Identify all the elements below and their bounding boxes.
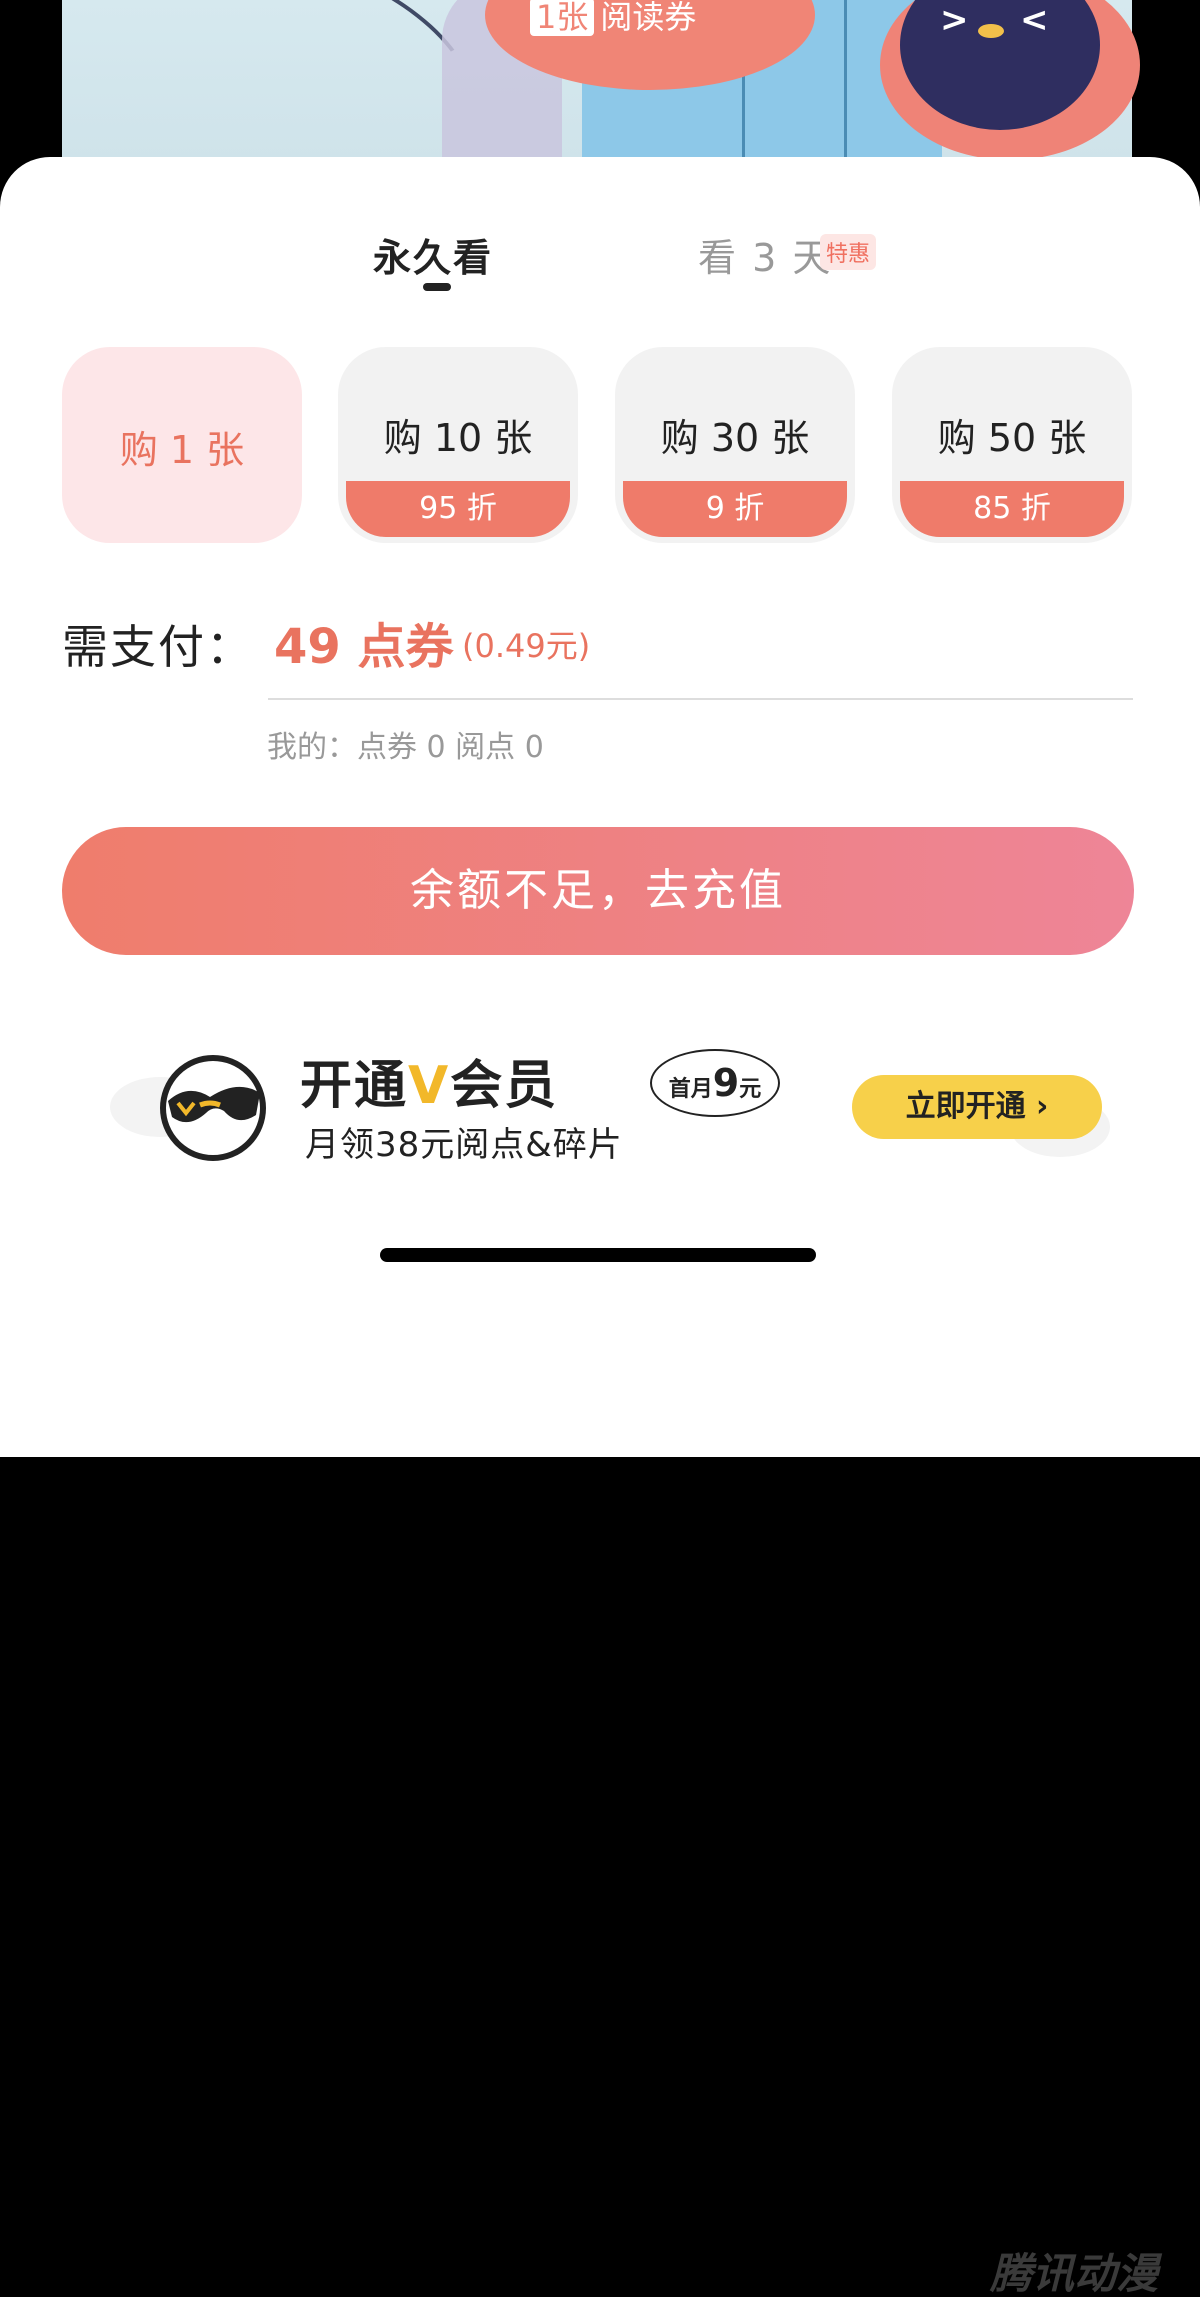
tab-three-days[interactable]: 看 3 天 [698, 227, 832, 282]
discount-band: 9 折 [623, 481, 847, 537]
option-buy-1[interactable]: 购 1 张 [62, 347, 302, 543]
tab-permanent[interactable]: 永久看 [373, 227, 493, 282]
special-offer-badge: 特惠 [820, 234, 877, 270]
option-buy-30[interactable]: 购 30 张 9 折 [615, 347, 855, 543]
discount-band: 95 折 [346, 481, 570, 537]
vip-title: 开通V会员 [300, 1056, 559, 1116]
bubble-tag: 1张 [530, 0, 595, 36]
vip-subtitle: 月领38元阅点&碎片 [305, 1125, 623, 1165]
vip-price-badge: 首月9元 [650, 1049, 780, 1117]
recharge-button[interactable]: 余额不足，去充值 [62, 827, 1134, 955]
bubble-text: 阅读券 [600, 0, 697, 36]
option-label: 购 1 张 [119, 428, 245, 472]
purchase-sheet: 永久看 看 3 天 特惠 购 1 张 购 10 张 95 折 购 30 张 9 … [0, 157, 1200, 1457]
payment-label: 需支付： [62, 620, 254, 674]
vip-open-button[interactable]: 立即开通 › [852, 1075, 1102, 1139]
vip-banner[interactable]: 开通V会员 首月9元 月领38元阅点&碎片 立即开通 › [100, 1037, 1110, 1187]
balance-text: 我的：点券 0 阅点 0 [267, 730, 544, 765]
vip-sunglasses-icon [160, 1055, 266, 1161]
tab-active-indicator [423, 283, 451, 291]
option-buy-50[interactable]: 购 50 张 85 折 [892, 347, 1132, 543]
ticket-options: 购 1 张 购 10 张 95 折 购 30 张 9 折 购 50 张 85 折 [0, 347, 1200, 547]
discount-band: 85 折 [900, 481, 1124, 537]
tab-bar: 永久看 看 3 天 [0, 227, 1200, 307]
divider [268, 698, 1133, 700]
speech-bubble-text: 1张 阅读券 [530, 0, 696, 38]
payment-rmb: (0.49元) [462, 627, 591, 665]
home-indicator[interactable] [380, 1248, 816, 1262]
option-label: 购 50 张 [937, 416, 1087, 460]
option-label: 购 10 张 [383, 416, 533, 460]
payment-row: 需支付： 49 点券 (0.49元) [62, 607, 1142, 687]
option-label: 购 30 张 [660, 416, 810, 460]
watermark-logo: 腾讯动漫 [990, 2249, 1159, 2297]
payment-amount: 49 点券 [274, 619, 454, 675]
comic-background: 1张 阅读券 > < [0, 0, 1200, 160]
option-buy-10[interactable]: 购 10 张 95 折 [338, 347, 578, 543]
